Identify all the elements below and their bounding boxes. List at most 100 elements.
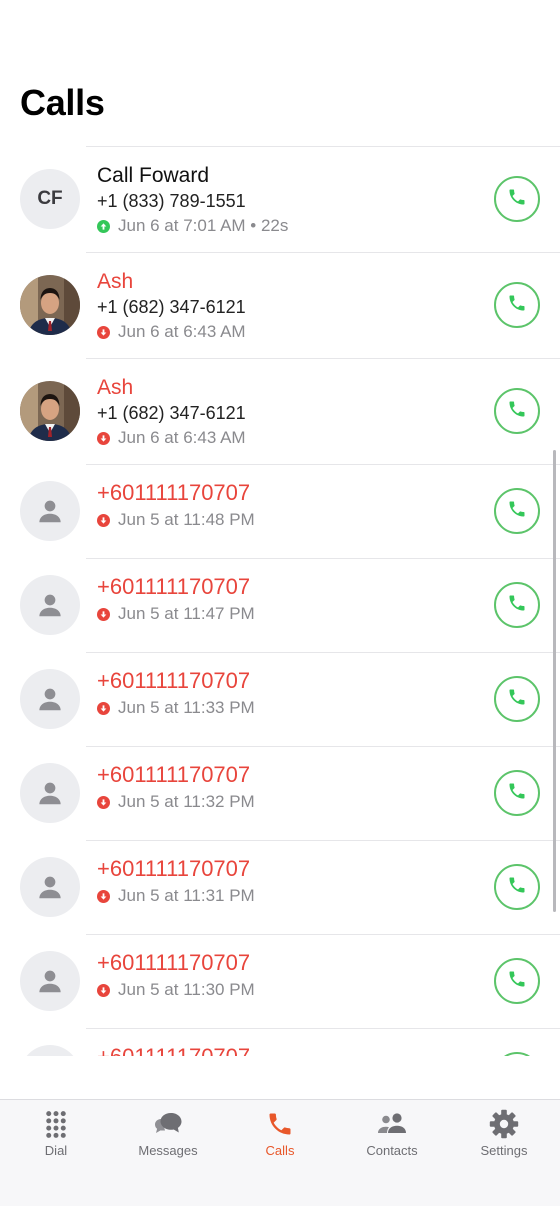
incoming-arrow-icon bbox=[97, 607, 110, 621]
call-details: +601111170707 Jun 5 at 11:31 PM bbox=[97, 855, 480, 908]
call-back-button[interactable] bbox=[494, 1052, 540, 1056]
avatar: CF bbox=[20, 169, 80, 229]
phone-icon bbox=[507, 687, 527, 712]
call-row[interactable]: +601111170707 Jun 5 at 11:33 PM bbox=[20, 653, 560, 747]
call-row[interactable]: Ash +1 (682) 347-6121 Jun 6 at 6:43 AM bbox=[20, 359, 560, 465]
call-back-button[interactable] bbox=[494, 176, 540, 222]
call-back-button[interactable] bbox=[494, 958, 540, 1004]
call-row[interactable]: Ash +1 (682) 347-6121 Jun 6 at 6:43 AM bbox=[20, 253, 560, 359]
tab-contacts[interactable]: Contacts bbox=[336, 1100, 448, 1206]
call-details: Ash +1 (682) 347-6121 Jun 6 at 6:43 AM bbox=[97, 374, 480, 450]
call-details: +601111170707 Jun 5 at 11:30 PM bbox=[97, 949, 480, 1002]
avatar bbox=[20, 763, 80, 823]
call-meta: Jun 5 at 11:32 PM bbox=[97, 790, 480, 814]
call-row[interactable]: CF Call Foward +1 (833) 789-1551 Jun 6 at 7… bbox=[20, 147, 560, 253]
gear-icon bbox=[489, 1109, 519, 1139]
call-meta: Jun 5 at 11:33 PM bbox=[97, 696, 480, 720]
phone-icon bbox=[507, 293, 527, 318]
caller-name: Ash bbox=[97, 376, 134, 399]
avatar-initials: CF bbox=[37, 188, 63, 209]
incoming-arrow-icon bbox=[97, 325, 110, 339]
scrollbar[interactable] bbox=[553, 450, 556, 912]
call-time: Jun 6 at 7:01 AM • 22s bbox=[118, 216, 289, 235]
call-details: +601111170707 bbox=[97, 1043, 480, 1056]
incoming-arrow-icon bbox=[97, 701, 110, 715]
tab-messages[interactable]: Messages bbox=[112, 1100, 224, 1206]
call-row[interactable]: +601111170707 Jun 5 at 11:32 PM bbox=[20, 747, 560, 841]
phone-icon bbox=[507, 399, 527, 424]
avatar bbox=[20, 857, 80, 917]
call-meta: Jun 5 at 11:48 PM bbox=[97, 508, 480, 532]
caller-name: +601111170707 bbox=[97, 1043, 480, 1056]
incoming-arrow-icon bbox=[97, 889, 110, 903]
chat-bubbles-icon bbox=[153, 1109, 183, 1139]
dialpad-icon bbox=[43, 1109, 69, 1139]
phone-icon bbox=[507, 781, 527, 806]
person-icon bbox=[35, 966, 65, 996]
person-icon bbox=[35, 684, 65, 714]
tab-dial[interactable]: Dial bbox=[0, 1100, 112, 1206]
call-row[interactable]: +601111170707 Jun 5 at 11:31 PM bbox=[20, 841, 560, 935]
avatar bbox=[20, 669, 80, 729]
phone-icon bbox=[507, 875, 527, 900]
avatar-photo bbox=[20, 381, 80, 441]
person-icon bbox=[35, 590, 65, 620]
call-details: +601111170707 Jun 5 at 11:47 PM bbox=[97, 573, 480, 626]
call-back-button[interactable] bbox=[494, 388, 540, 434]
call-details: Ash +1 (682) 347-6121 Jun 6 at 6:43 AM bbox=[97, 268, 480, 344]
page-title: Calls bbox=[20, 82, 105, 123]
call-row[interactable]: +601111170707 Jun 5 at 11:47 PM bbox=[20, 559, 560, 653]
incoming-arrow-icon bbox=[97, 513, 110, 527]
phone-icon bbox=[507, 969, 527, 994]
avatar bbox=[20, 951, 80, 1011]
avatar-photo bbox=[20, 275, 80, 335]
caller-name: +601111170707 bbox=[97, 950, 251, 975]
call-back-button[interactable] bbox=[494, 582, 540, 628]
person-icon bbox=[35, 496, 65, 526]
avatar bbox=[20, 1045, 80, 1056]
call-row[interactable]: +601111170707 Jun 5 at 11:48 PM bbox=[20, 465, 560, 559]
avatar bbox=[20, 481, 80, 541]
caller-number: +1 (682) 347-6121 bbox=[97, 297, 246, 317]
tab-label: Messages bbox=[138, 1143, 198, 1158]
call-meta: Jun 6 at 6:43 AM bbox=[97, 426, 480, 450]
tab-calls[interactable]: Calls bbox=[224, 1100, 336, 1206]
call-time: Jun 5 at 11:47 PM bbox=[118, 604, 255, 623]
call-meta: Jun 5 at 11:47 PM bbox=[97, 602, 480, 626]
call-meta: Jun 6 at 6:43 AM bbox=[97, 320, 480, 344]
call-time: Jun 5 at 11:30 PM bbox=[118, 980, 255, 999]
caller-name: +601111170707 bbox=[97, 856, 251, 881]
call-row[interactable]: +601111170707 Jun 5 at 11:30 PM bbox=[20, 935, 560, 1029]
phone-icon bbox=[266, 1109, 294, 1139]
outgoing-arrow-icon bbox=[97, 219, 110, 233]
tab-label: Settings bbox=[480, 1143, 528, 1158]
tab-label: Calls bbox=[265, 1143, 295, 1158]
caller-name: Ash bbox=[97, 270, 134, 293]
caller-number: +1 (833) 789-1551 bbox=[97, 191, 246, 211]
tab-label: Dial bbox=[44, 1143, 68, 1158]
call-meta: Jun 5 at 11:31 PM bbox=[97, 884, 480, 908]
call-meta: Jun 6 at 7:01 AM • 22s bbox=[97, 214, 480, 238]
person-icon bbox=[35, 872, 65, 902]
call-back-button[interactable] bbox=[494, 676, 540, 722]
avatar bbox=[20, 575, 80, 635]
tab-settings[interactable]: Settings bbox=[448, 1100, 560, 1206]
call-row[interactable]: +601111170707 bbox=[20, 1029, 560, 1056]
people-icon bbox=[376, 1109, 408, 1139]
call-back-button[interactable] bbox=[494, 488, 540, 534]
call-time: Jun 5 at 11:32 PM bbox=[118, 792, 255, 811]
phone-icon bbox=[507, 499, 527, 524]
call-back-button[interactable] bbox=[494, 770, 540, 816]
call-details: +601111170707 Jun 5 at 11:48 PM bbox=[97, 479, 480, 532]
call-time: Jun 6 at 6:43 AM bbox=[118, 428, 246, 447]
call-time: Jun 5 at 11:31 PM bbox=[118, 886, 255, 905]
caller-name: Call Foward bbox=[97, 164, 210, 187]
tab-label: Contacts bbox=[366, 1143, 418, 1158]
incoming-arrow-icon bbox=[97, 431, 110, 445]
call-back-button[interactable] bbox=[494, 282, 540, 328]
call-meta: Jun 5 at 11:30 PM bbox=[97, 978, 480, 1002]
call-back-button[interactable] bbox=[494, 864, 540, 910]
caller-name: +601111170707 bbox=[97, 574, 251, 599]
call-list[interactable]: CF Call Foward +1 (833) 789-1551 Jun 6 at 7… bbox=[0, 146, 560, 1056]
tab-bar: Dial Messages Calls Contacts Settings bbox=[0, 1099, 560, 1206]
